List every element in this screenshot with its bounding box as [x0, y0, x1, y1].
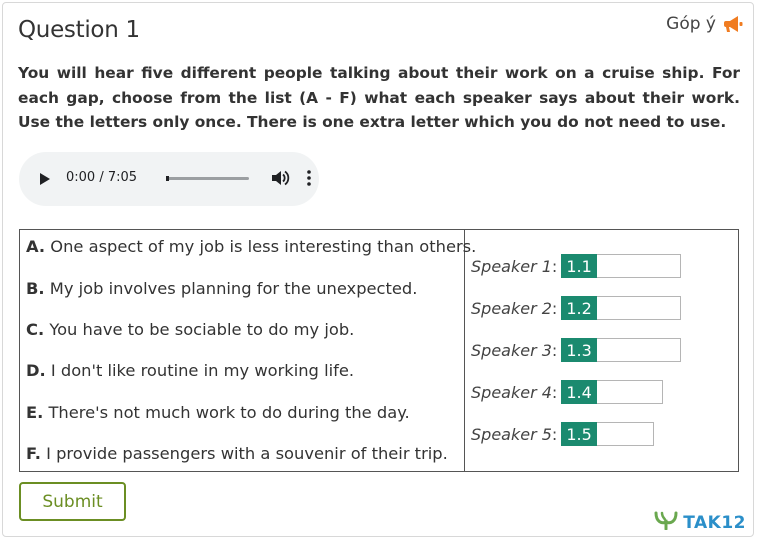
option-letter: C. — [26, 320, 45, 339]
option-text: I provide passengers with a souvenir of … — [40, 444, 448, 463]
feedback-button[interactable]: Góp ý — [666, 14, 744, 34]
speaker-label: Speaker 1 — [471, 256, 552, 276]
option-text: My job involves planning for the unexpec… — [44, 279, 418, 298]
option-letter: B. — [26, 279, 45, 298]
option-d: D. I don't like routine in my working li… — [26, 361, 354, 380]
option-e: E. There's not much work to do during th… — [26, 403, 410, 422]
option-letter: E. — [26, 403, 44, 422]
gap-number: 1.3 — [561, 338, 597, 362]
megaphone-icon — [724, 15, 744, 33]
brand-logo: TAK12 — [653, 510, 746, 535]
volume-icon[interactable] — [270, 169, 290, 192]
audio-seek-bar[interactable] — [166, 176, 249, 181]
gap-number: 1.4 — [561, 380, 597, 404]
feedback-label: Góp ý — [666, 14, 716, 34]
audio-player[interactable]: 0:00 / 7:05 — [19, 152, 319, 206]
option-text: There's not much work to do during the d… — [43, 403, 410, 422]
speaker-2-gap[interactable]: 1.2 — [561, 296, 682, 320]
submit-button[interactable]: Submit — [19, 482, 126, 521]
gap-number: 1.5 — [561, 422, 597, 446]
speaker-2-row: Speaker 2: 1.2 — [471, 296, 682, 320]
table-divider — [464, 230, 465, 471]
instructions-text: You will hear five different people talk… — [18, 64, 740, 131]
speaker-label: Speaker 5 — [471, 424, 552, 444]
gap-number: 1.1 — [561, 254, 597, 278]
option-c: C. You have to be sociable to do my job. — [26, 320, 354, 339]
speaker-1-row: Speaker 1: 1.1 — [471, 254, 682, 278]
speaker-4-row: Speaker 4: 1.4 — [471, 380, 664, 404]
option-b: B. My job involves planning for the unex… — [26, 279, 417, 298]
speaker-5-gap[interactable]: 1.5 — [561, 422, 655, 446]
speaker-3-gap[interactable]: 1.3 — [561, 338, 682, 362]
option-text: One aspect of my job is less interesting… — [45, 237, 477, 256]
more-options-icon[interactable] — [306, 169, 312, 192]
audio-time: 0:00 / 7:05 — [66, 170, 138, 185]
option-text: I don't like routine in my working life. — [45, 361, 355, 380]
speaker-5-row: Speaker 5: 1.5 — [471, 422, 655, 446]
speaker-1-gap[interactable]: 1.1 — [561, 254, 682, 278]
tak12-logo-icon — [653, 510, 681, 535]
question-title: Question 1 — [18, 17, 140, 43]
option-letter: A. — [26, 237, 46, 256]
speaker-3-row: Speaker 3: 1.3 — [471, 338, 682, 362]
gap-number: 1.2 — [561, 296, 597, 320]
brand-name: TAK12 — [683, 512, 746, 533]
speaker-label: Speaker 2 — [471, 298, 552, 318]
matching-table: A. One aspect of my job is less interest… — [19, 229, 739, 472]
seek-knob[interactable] — [166, 176, 169, 181]
speaker-4-gap[interactable]: 1.4 — [561, 380, 664, 404]
option-letter: D. — [26, 361, 46, 380]
speaker-label: Speaker 3 — [471, 340, 552, 360]
play-icon[interactable] — [39, 172, 51, 191]
option-f: F. I provide passengers with a souvenir … — [26, 444, 448, 463]
option-letter: F. — [26, 444, 41, 463]
speaker-label: Speaker 4 — [471, 382, 552, 402]
option-a: A. One aspect of my job is less interest… — [26, 237, 476, 256]
option-text: You have to be sociable to do my job. — [44, 320, 355, 339]
